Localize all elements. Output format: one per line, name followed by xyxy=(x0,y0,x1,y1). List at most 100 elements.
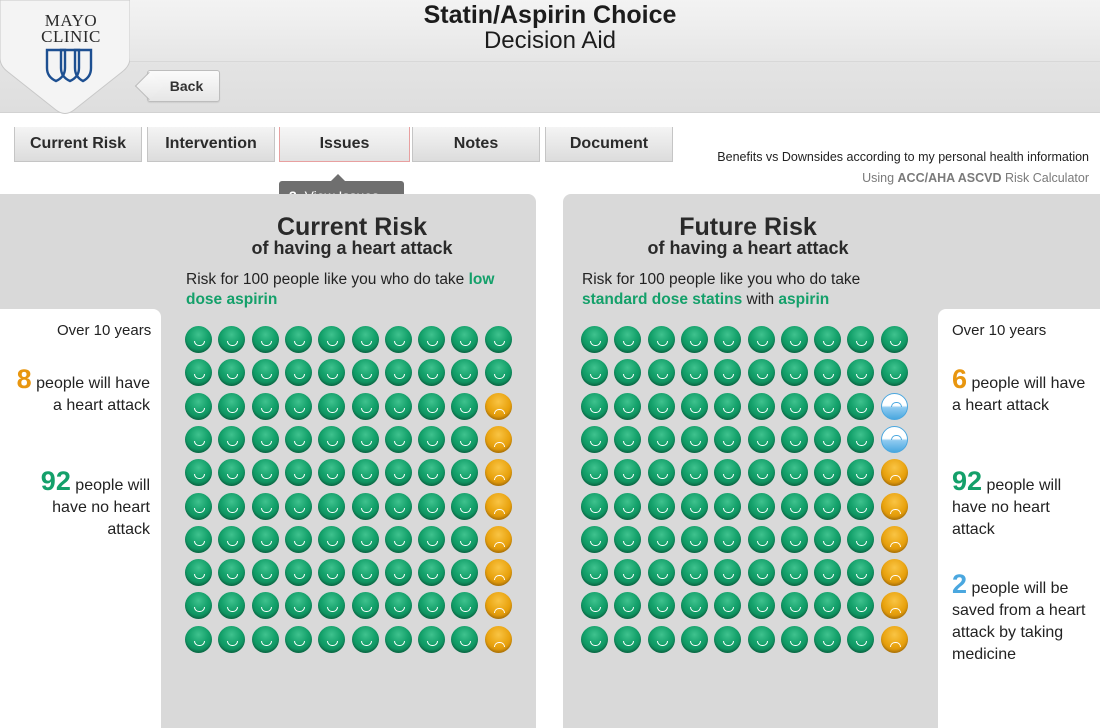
person-no-heart-attack-icon xyxy=(814,459,842,487)
future-saved-count: 2 xyxy=(952,569,968,599)
person-no-heart-attack-icon xyxy=(814,492,842,520)
future-saved-text: 2 people will be saved from a heart atta… xyxy=(952,571,1092,666)
person-no-heart-attack-icon xyxy=(614,492,642,520)
person-no-heart-attack-icon xyxy=(418,525,446,553)
tab-current-risk[interactable]: Current Risk xyxy=(14,127,142,162)
future-risk-subtitle: of having a heart attack xyxy=(647,238,849,258)
person-no-heart-attack-icon xyxy=(251,559,279,587)
person-no-heart-attack-icon xyxy=(384,559,412,587)
person-no-heart-attack-icon xyxy=(714,592,742,620)
person-no-heart-attack-icon xyxy=(581,592,608,620)
person-no-heart-attack-icon xyxy=(218,492,246,520)
person-no-heart-attack-icon xyxy=(581,492,608,520)
person-no-heart-attack-icon xyxy=(384,359,412,387)
person-no-heart-attack-icon xyxy=(680,326,708,353)
person-no-heart-attack-icon xyxy=(847,359,875,387)
person-no-heart-attack-icon xyxy=(847,392,875,420)
person-no-heart-attack-icon xyxy=(814,326,842,353)
person-no-heart-attack-icon xyxy=(418,559,446,587)
current-risk-subtitle: of having a heart attack xyxy=(251,238,453,258)
person-no-heart-attack-icon xyxy=(680,492,708,520)
person-no-heart-attack-icon xyxy=(714,492,742,520)
person-no-heart-attack-icon xyxy=(384,492,412,520)
person-no-heart-attack-icon xyxy=(418,459,446,487)
person-no-heart-attack-icon xyxy=(747,492,775,520)
person-no-heart-attack-icon xyxy=(614,459,642,487)
person-no-heart-attack-icon xyxy=(251,592,279,620)
person-no-heart-attack-icon xyxy=(747,326,775,353)
person-no-heart-attack-icon xyxy=(384,326,412,353)
future-unaffected-text: 92 people will have no heart attack xyxy=(952,468,1092,541)
back-button[interactable]: Back xyxy=(147,70,220,102)
person-no-heart-attack-icon xyxy=(747,559,775,587)
person-no-heart-attack-icon xyxy=(647,625,675,653)
future-saved-label: people will be saved from a heart attack… xyxy=(952,580,1086,663)
person-no-heart-attack-icon xyxy=(680,625,708,653)
person-no-heart-attack-icon xyxy=(680,525,708,553)
person-no-heart-attack-icon xyxy=(185,359,212,387)
person-no-heart-attack-icon xyxy=(814,592,842,620)
current-risk-pictograph xyxy=(185,326,518,659)
person-no-heart-attack-icon xyxy=(647,559,675,587)
future-treatment: standard dose statins xyxy=(582,291,743,308)
person-no-heart-attack-icon xyxy=(451,425,479,453)
person-no-heart-attack-icon xyxy=(384,625,412,653)
future-risk-prefix: Risk for 100 people like you who do take xyxy=(582,271,861,288)
person-no-heart-attack-icon xyxy=(780,559,808,587)
person-no-heart-attack-icon xyxy=(218,525,246,553)
person-no-heart-attack-icon xyxy=(780,359,808,387)
person-no-heart-attack-icon xyxy=(185,392,212,420)
person-no-heart-attack-icon xyxy=(418,625,446,653)
person-no-heart-attack-icon xyxy=(680,425,708,453)
person-heart-attack-icon xyxy=(484,492,512,520)
person-no-heart-attack-icon xyxy=(185,559,212,587)
person-no-heart-attack-icon xyxy=(814,525,842,553)
person-no-heart-attack-icon xyxy=(814,625,842,653)
person-no-heart-attack-icon xyxy=(251,492,279,520)
person-no-heart-attack-icon xyxy=(351,425,379,453)
person-no-heart-attack-icon xyxy=(847,592,875,620)
future-unaffected-count: 92 xyxy=(952,466,983,496)
person-no-heart-attack-icon xyxy=(814,392,842,420)
person-heart-attack-icon xyxy=(484,525,512,553)
person-no-heart-attack-icon xyxy=(581,359,608,387)
person-no-heart-attack-icon xyxy=(384,425,412,453)
person-no-heart-attack-icon xyxy=(284,559,312,587)
person-no-heart-attack-icon xyxy=(780,525,808,553)
person-no-heart-attack-icon xyxy=(451,392,479,420)
person-no-heart-attack-icon xyxy=(451,525,479,553)
tab-issues[interactable]: Issues xyxy=(279,127,410,162)
person-no-heart-attack-icon xyxy=(714,326,742,353)
tab-notes[interactable]: Notes xyxy=(412,127,540,162)
person-no-heart-attack-icon xyxy=(218,559,246,587)
person-no-heart-attack-icon xyxy=(384,592,412,620)
person-no-heart-attack-icon xyxy=(581,326,608,353)
person-no-heart-attack-icon xyxy=(714,625,742,653)
person-no-heart-attack-icon xyxy=(418,425,446,453)
person-no-heart-attack-icon xyxy=(451,625,479,653)
person-no-heart-attack-icon xyxy=(780,326,808,353)
person-no-heart-attack-icon xyxy=(614,326,642,353)
person-no-heart-attack-icon xyxy=(714,359,742,387)
person-no-heart-attack-icon xyxy=(318,492,346,520)
person-no-heart-attack-icon xyxy=(384,392,412,420)
person-no-heart-attack-icon xyxy=(680,392,708,420)
person-no-heart-attack-icon xyxy=(814,359,842,387)
tab-intervention[interactable]: Intervention xyxy=(147,127,275,162)
info-calculator-prefix: Using xyxy=(862,171,898,185)
tab-document[interactable]: Document xyxy=(545,127,673,162)
person-no-heart-attack-icon xyxy=(847,525,875,553)
person-heart-attack-icon xyxy=(484,425,512,453)
person-no-heart-attack-icon xyxy=(880,359,908,387)
person-no-heart-attack-icon xyxy=(318,392,346,420)
future-affected-count: 6 xyxy=(952,364,968,394)
person-no-heart-attack-icon xyxy=(284,592,312,620)
current-risk-prefix: Risk for 100 people like you who do take xyxy=(186,271,469,288)
person-no-heart-attack-icon xyxy=(251,392,279,420)
person-heart-attack-icon xyxy=(880,592,908,620)
person-no-heart-attack-icon xyxy=(581,392,608,420)
person-no-heart-attack-icon xyxy=(747,525,775,553)
person-no-heart-attack-icon xyxy=(351,492,379,520)
current-unaffected-text: 92 people will have no heart attack xyxy=(10,468,150,541)
person-no-heart-attack-icon xyxy=(318,425,346,453)
